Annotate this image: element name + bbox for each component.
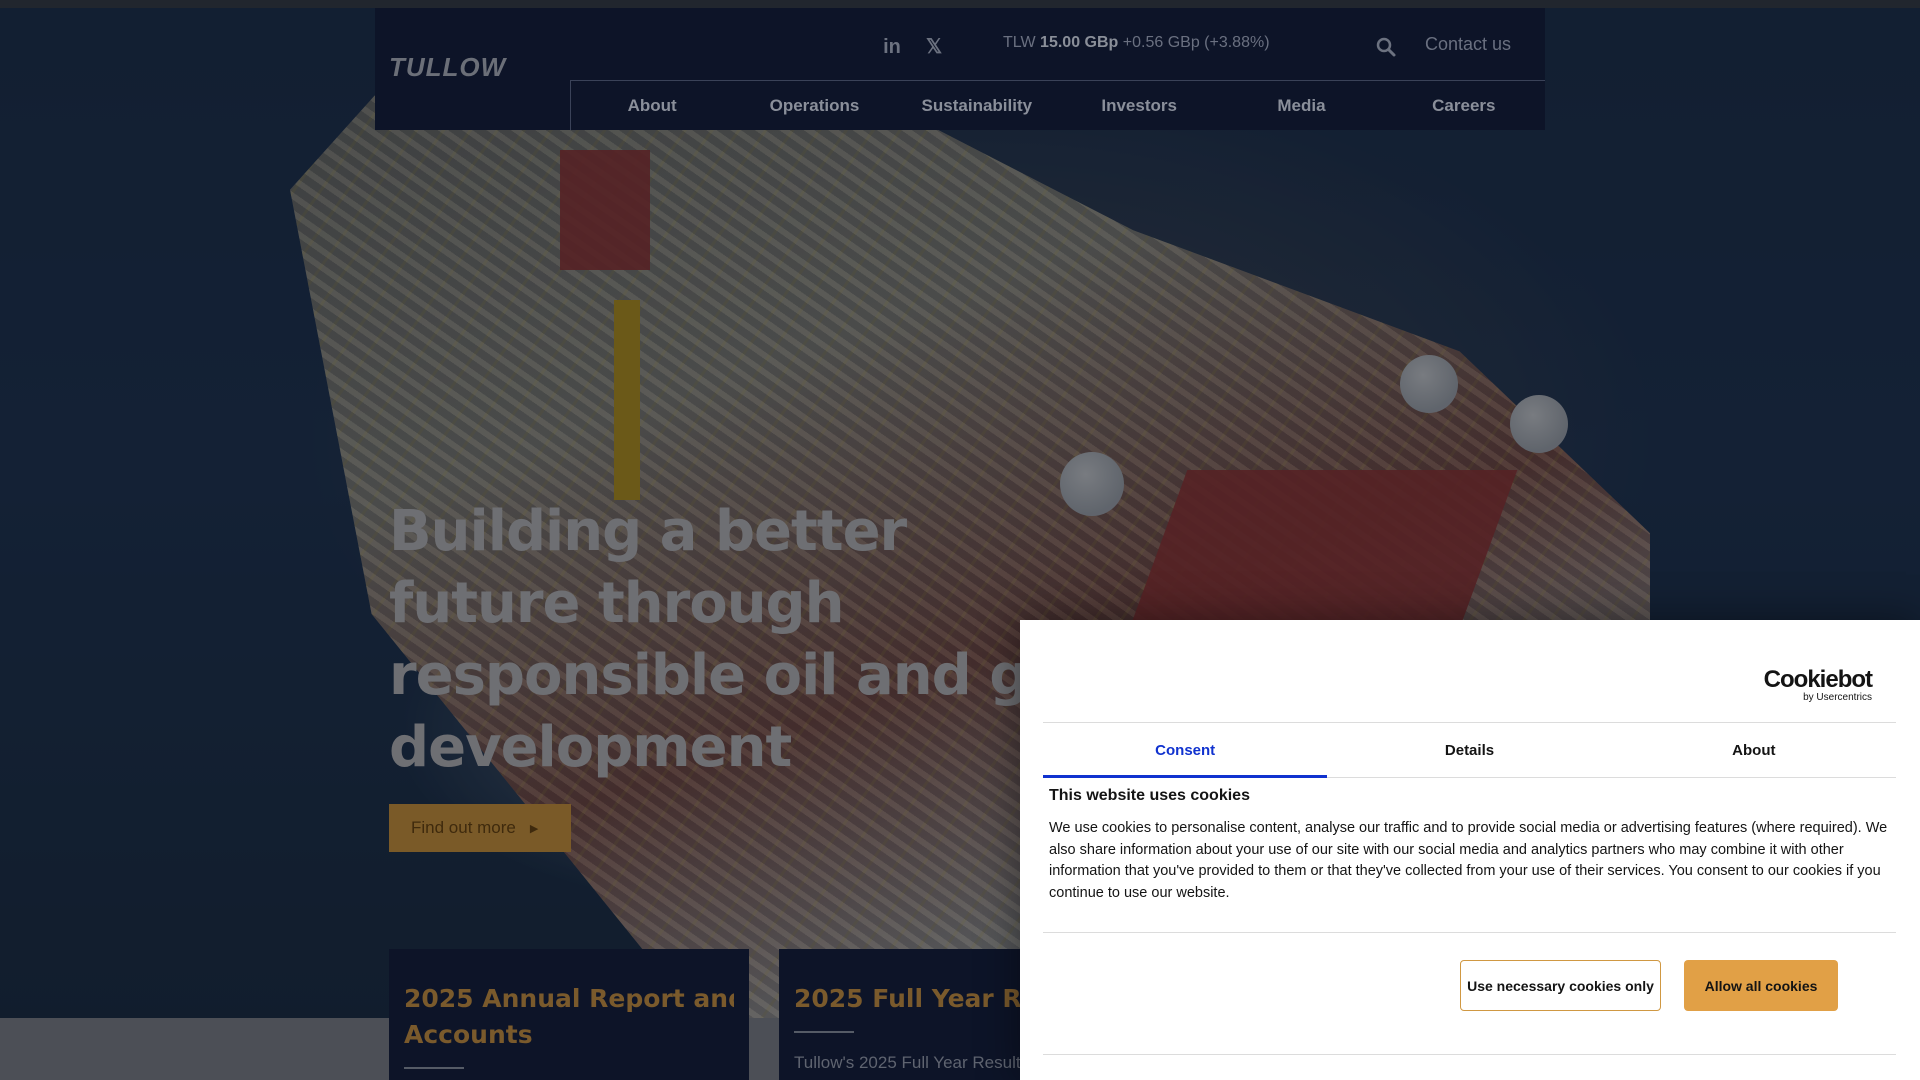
- search-icon[interactable]: [1375, 36, 1397, 58]
- cookie-divider: [1043, 1054, 1896, 1055]
- site-header: TULLOW in 𝕏 TLW 15.00 GBp +0.56 GBp (+3.…: [375, 8, 1545, 130]
- card-divider: [794, 1031, 854, 1033]
- cookiebot-brand-sub: by Usercentrics: [1803, 692, 1872, 703]
- hero-title: Building a better future through respons…: [389, 496, 1109, 784]
- cookiebot-brand: Cookiebot: [1763, 666, 1873, 693]
- ticker-symbol: TLW: [1003, 34, 1036, 51]
- nav-item-careers[interactable]: Careers: [1383, 81, 1545, 130]
- hero-title-line: future through: [389, 571, 845, 636]
- cta-label: Find out more: [411, 818, 516, 837]
- card-title: 2025 Annual Report and: [404, 984, 734, 1013]
- tab-consent[interactable]: Consent: [1043, 723, 1328, 778]
- cookie-tabs: Consent Details About: [1043, 722, 1896, 778]
- use-necessary-cookies-button[interactable]: Use necessary cookies only: [1460, 960, 1661, 1011]
- linkedin-icon[interactable]: in: [879, 34, 905, 60]
- card-title: Accounts: [404, 1020, 533, 1049]
- card-annual-report[interactable]: 2025 Annual Report and Accounts: [389, 949, 749, 1080]
- nav-item-about[interactable]: About: [571, 81, 733, 130]
- cookie-divider: [1043, 932, 1896, 933]
- hero-title-line: responsible oil and gas: [389, 643, 1098, 708]
- cookie-consent-dialog: Cookiebot by Usercentrics Consent Detail…: [1020, 620, 1920, 1080]
- nav-item-sustainability[interactable]: Sustainability: [896, 81, 1058, 130]
- x-twitter-icon[interactable]: 𝕏: [921, 34, 947, 60]
- tullow-logo[interactable]: TULLOW: [389, 52, 506, 83]
- hero-title-line: development: [389, 715, 792, 780]
- share-price-ticker: TLW 15.00 GBp +0.56 GBp (+3.88%): [1003, 34, 1270, 52]
- tab-about[interactable]: About: [1612, 723, 1896, 777]
- nav-item-operations[interactable]: Operations: [733, 81, 895, 130]
- cookie-heading: This website uses cookies: [1049, 787, 1250, 804]
- cookie-description: We use cookies to personalise content, a…: [1049, 820, 1888, 901]
- cookiebot-logo: Cookiebot by Usercentrics: [1763, 666, 1873, 704]
- nav-item-media[interactable]: Media: [1220, 81, 1382, 130]
- main-nav: About Operations Sustainability Investor…: [570, 80, 1545, 130]
- allow-all-cookies-button[interactable]: Allow all cookies: [1684, 960, 1838, 1011]
- card-divider: [404, 1067, 464, 1069]
- hero-title-line: Building a better: [389, 499, 907, 564]
- ticker-price: 15.00 GBp: [1040, 34, 1119, 51]
- play-arrow-icon: ▶: [529, 822, 539, 835]
- ticker-change: +0.56 GBp (+3.88%): [1122, 34, 1270, 51]
- tab-details[interactable]: Details: [1327, 723, 1611, 777]
- nav-item-investors[interactable]: Investors: [1058, 81, 1220, 130]
- contact-us-link[interactable]: Contact us: [1425, 34, 1511, 55]
- find-out-more-button[interactable]: Find out more ▶: [389, 804, 571, 852]
